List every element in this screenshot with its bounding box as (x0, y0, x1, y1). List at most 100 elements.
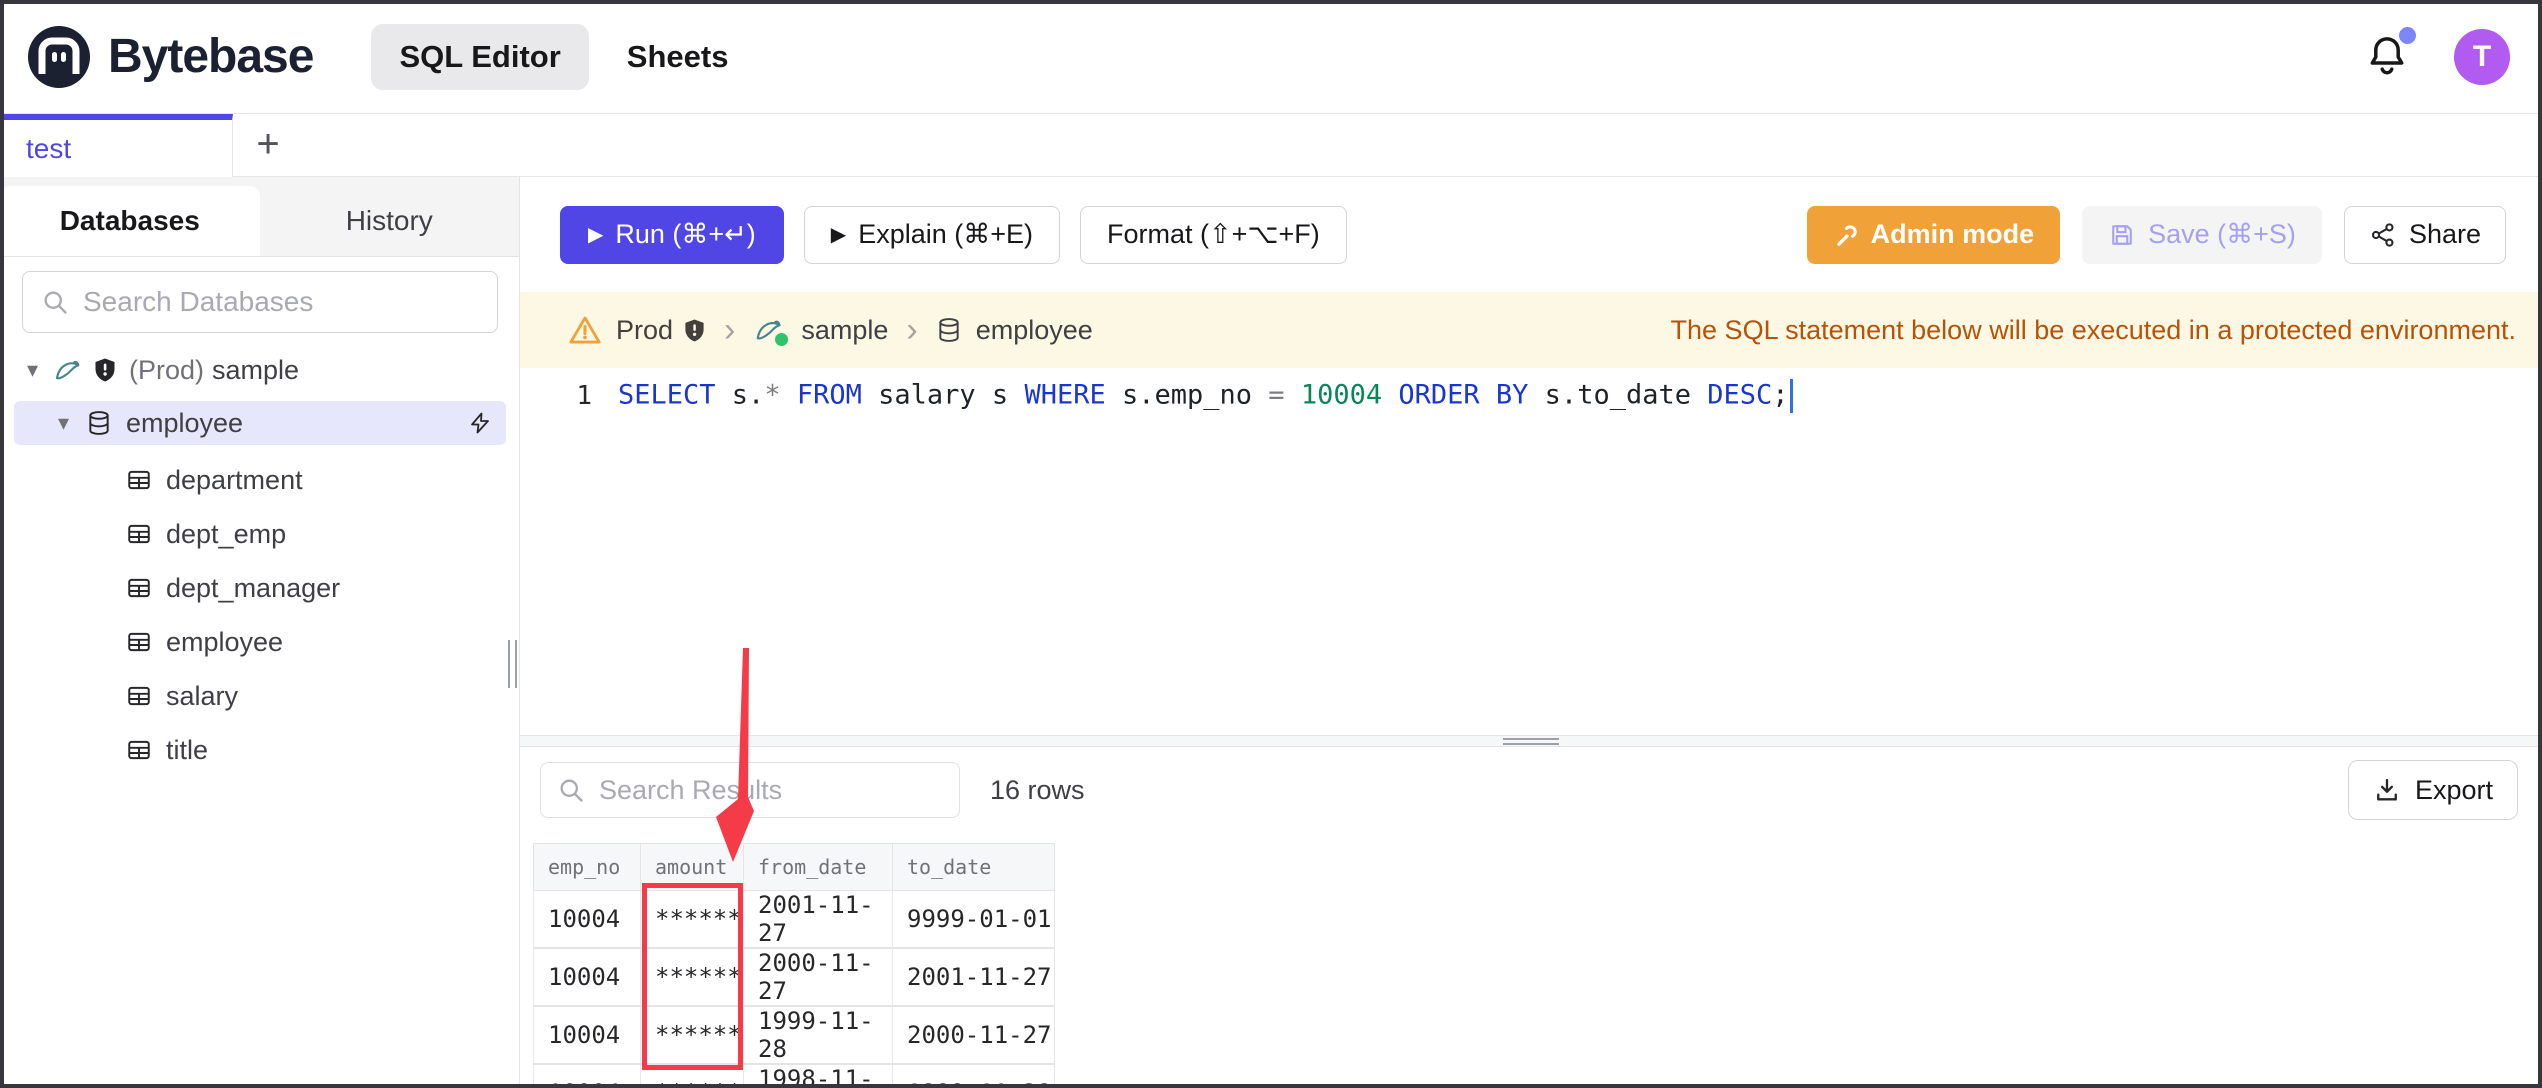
breadcrumb-separator: › (724, 311, 736, 349)
database-tree: ▾ (Prod) sample ▾ employee department de… (0, 345, 520, 777)
search-icon (44, 291, 67, 314)
lightning-bolt-icon[interactable] (468, 410, 492, 436)
save-button[interactable]: Save (⌘+S) (2082, 205, 2322, 264)
instance-name-label: sample (212, 354, 300, 385)
line-number: 1 (576, 381, 592, 411)
sidebar: Databases History ▾ (0, 177, 520, 1088)
sql-editor[interactable]: 1 SELECT s.* FROM salary s WHERE s.emp_n… (520, 368, 2542, 735)
table-cell: 1999-11-28 (892, 1063, 1055, 1088)
table-cell: 10004 (533, 890, 641, 949)
results-header-row: emp_no amount from_date to_date (533, 843, 1055, 891)
text-cursor (1789, 379, 1793, 413)
table-cell: ****** (640, 947, 744, 1007)
sheet-tab-bar: test + (0, 114, 2542, 177)
format-button[interactable]: Format (⇧+⌥+F) (1080, 205, 1347, 264)
sidebar-table-dept_manager[interactable]: dept_manager (0, 561, 520, 615)
table-list: department dept_emp dept_manager employee sa… (0, 453, 520, 777)
sidebar-resize-handle[interactable] (508, 640, 517, 688)
results-toolbar: 16 rows Export (520, 747, 2542, 842)
table-cell: 10004 (533, 1005, 641, 1065)
table-icon (128, 578, 150, 598)
bytebase-logo-icon (28, 25, 90, 88)
table-row[interactable]: 10004 ****** 2000-11-27 2001-11-27 (533, 947, 1055, 1007)
sidebar-table-title[interactable]: title (0, 723, 520, 777)
app-header: Bytebase SQL Editor Sheets T (0, 0, 2542, 114)
results-search-box (540, 762, 960, 818)
table-cell: 9999-01-01 (892, 890, 1055, 949)
environment-shield-icon (685, 318, 704, 342)
search-results-input[interactable] (597, 773, 959, 807)
table-icon (128, 686, 150, 706)
admin-mode-button[interactable]: Admin mode (1806, 205, 2061, 264)
share-button[interactable]: Share (2343, 205, 2506, 264)
column-header-from_date[interactable]: from_date (743, 843, 893, 891)
editor-toolbar: ▶ Run (⌘+↵) ▶ Explain (⌘+E) Format (⇧+⌥+… (520, 177, 2542, 292)
column-header-amount[interactable]: amount (640, 843, 744, 891)
table-cell: 10004 (533, 947, 641, 1007)
table-row[interactable]: 10004******1998-11-281999-11-28 (533, 1063, 1055, 1088)
database-search-box (22, 271, 498, 333)
new-tab-button[interactable]: + (240, 114, 296, 174)
tab-history[interactable]: History (260, 186, 520, 256)
notification-bell-icon[interactable] (2366, 26, 2416, 81)
table-cell: 2000-11-27 (743, 947, 893, 1007)
play-icon: ▶ (830, 224, 847, 246)
search-databases-input[interactable] (81, 285, 497, 319)
connection-status-dot (773, 331, 791, 348)
breadcrumb-environment[interactable]: Prod (616, 315, 673, 346)
avatar[interactable]: T (2454, 28, 2510, 85)
mysql-dolphin-icon (55, 360, 80, 380)
sidebar-table-dept_emp[interactable]: dept_emp (0, 507, 520, 561)
chevron-down-icon[interactable]: ▾ (27, 359, 43, 381)
brand-title: Bytebase (108, 30, 314, 83)
table-cell: ****** (640, 1005, 744, 1065)
tab-databases[interactable]: Databases (0, 186, 260, 256)
export-button[interactable]: Export (2347, 760, 2518, 820)
instance-env-label: (Prod) (129, 354, 205, 385)
column-header-emp_no[interactable]: emp_no (533, 843, 641, 891)
sidebar-table-salary[interactable]: salary (0, 669, 520, 723)
mysql-dolphin-icon (753, 315, 791, 348)
nav-sheets[interactable]: Sheets (627, 39, 729, 75)
download-icon (2377, 778, 2397, 801)
breadcrumb-table[interactable]: employee (976, 315, 1093, 346)
sql-statement[interactable]: SELECT s.* FROM salary s WHERE s.emp_no … (618, 379, 1793, 413)
results-panel: 16 rows Export emp_noamountfrom_dateto_d… (520, 747, 2542, 1088)
column-header-to_date[interactable]: to_date (892, 843, 1055, 891)
table-icon (128, 740, 150, 760)
breadcrumb-database[interactable]: sample (801, 315, 888, 346)
table-cell: 2000-11-27 (892, 1005, 1055, 1065)
wrench-icon (1836, 224, 1857, 246)
breadcrumb-separator: › (906, 311, 918, 349)
results-table[interactable]: emp_no amount from_date to_date 10004 ******… (533, 843, 1055, 1088)
notification-badge (2399, 26, 2416, 44)
run-button[interactable]: ▶ Run (⌘+↵) (560, 205, 784, 264)
share-icon (2371, 222, 2394, 247)
table-cell: 2001-11-27 (892, 947, 1055, 1007)
connection-context-bar: Prod › sample › employee The SQL stateme… (520, 292, 2542, 368)
database-icon (89, 411, 109, 435)
database-name-label: employee (126, 407, 244, 438)
database-icon (939, 318, 959, 342)
row-count-label: 16 rows (990, 774, 1085, 805)
sidebar-table-department[interactable]: department (0, 453, 520, 507)
sidebar-table-employee[interactable]: employee (0, 615, 520, 669)
chevron-down-icon[interactable]: ▾ (58, 412, 74, 434)
tree-instance-row[interactable]: ▾ (Prod) sample (0, 345, 520, 395)
panel-split-divider[interactable] (520, 735, 2542, 747)
table-cell: 1999-11-28 (743, 1005, 893, 1065)
environment-shield-icon (95, 358, 115, 382)
explain-button[interactable]: ▶ Explain (⌘+E) (803, 205, 1061, 264)
save-floppy-icon (2112, 224, 2132, 245)
split-drag-handle[interactable] (1503, 738, 1559, 745)
tab-test[interactable]: test (0, 114, 233, 177)
table-cell: ****** (640, 1063, 744, 1088)
table-icon (128, 470, 150, 490)
table-row[interactable]: 10004 ****** 1999-11-28 2000-11-27 (533, 1005, 1055, 1065)
table-icon (128, 632, 150, 652)
nav-sql-editor[interactable]: SQL Editor (371, 23, 589, 90)
table-row[interactable]: 10004 ****** 2001-11-27 9999-01-01 (533, 890, 1055, 949)
search-icon (560, 779, 583, 802)
table-icon (128, 524, 150, 544)
tree-database-row-selected[interactable]: ▾ employee (14, 401, 506, 445)
